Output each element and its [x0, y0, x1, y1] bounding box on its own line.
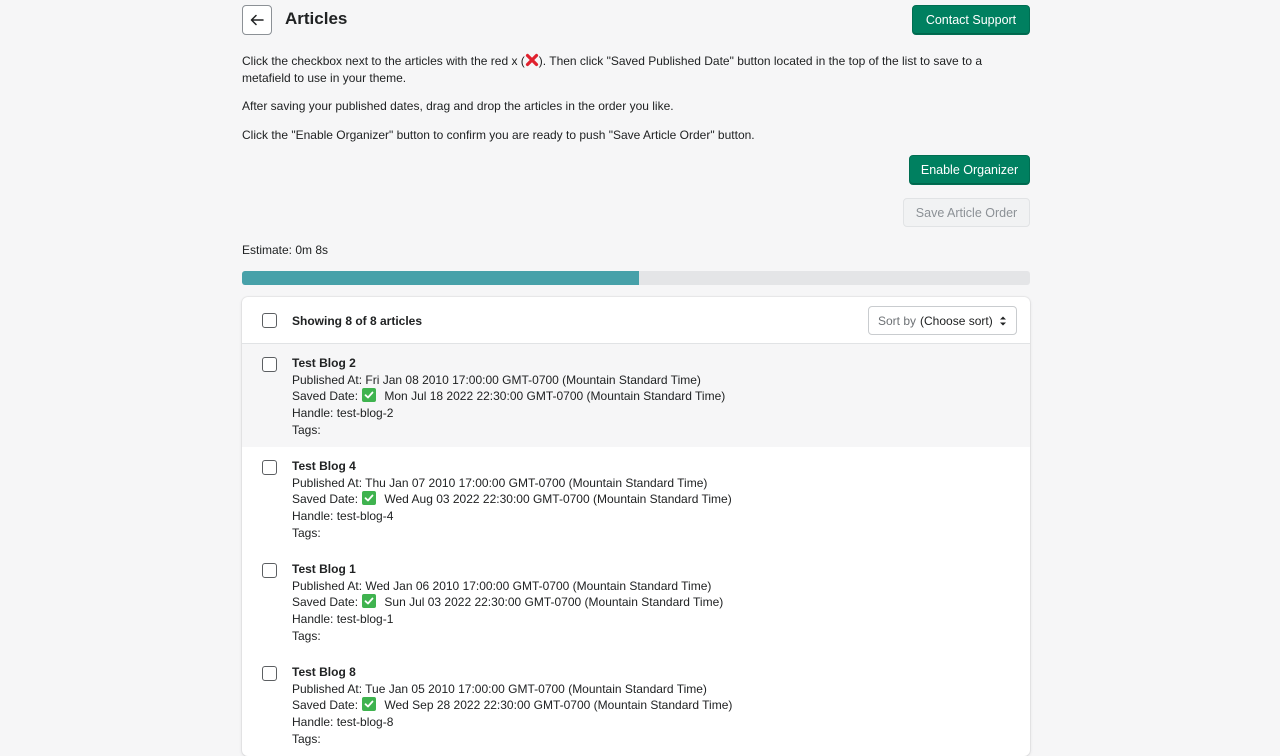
article-checkbox[interactable] [262, 563, 277, 578]
article-tags: Tags: [292, 628, 321, 643]
article-saved: Saved Date: Wed Aug 03 2022 22:30:00 GMT… [292, 491, 732, 508]
page-title: Articles [285, 9, 348, 28]
instructions: Click the checkbox next to the articles … [242, 53, 1030, 143]
article-details: Test Blog 4 Published At: Thu Jan 07 201… [292, 458, 732, 542]
article-title: Test Blog 8 [292, 665, 356, 679]
arrow-left-icon [250, 14, 264, 26]
check-mark-icon [362, 388, 377, 403]
estimate-text: Estimate: 0m 8s [242, 243, 329, 257]
saved-label: Saved Date: [292, 698, 359, 713]
save-article-order-button[interactable]: Save Article Order [903, 198, 1030, 227]
article-tags: Tags: [292, 422, 321, 437]
instruction-2: After saving your published dates, drag … [242, 99, 674, 113]
showing-count: Showing 8 of 8 articles [292, 314, 423, 328]
article-handle: Handle: test-blog-8 [292, 715, 394, 730]
article-handle: Handle: test-blog-1 [292, 612, 394, 627]
select-all-checkbox[interactable] [262, 313, 277, 328]
contact-support-button[interactable]: Contact Support [912, 5, 1030, 35]
check-mark-icon [362, 594, 377, 609]
article-handle: Handle: test-blog-2 [292, 406, 394, 421]
article-row[interactable]: Test Blog 1 Published At: Wed Jan 06 201… [242, 550, 1030, 653]
article-saved: Saved Date: Wed Sep 28 2022 22:30:00 GMT… [292, 697, 732, 714]
article-published: Published At: Wed Jan 06 2010 17:00:00 G… [292, 578, 712, 593]
article-details: Test Blog 8 Published At: Tue Jan 05 201… [292, 664, 732, 748]
saved-label: Saved Date: [292, 595, 359, 610]
article-row[interactable]: Test Blog 2 Published At: Fri Jan 08 201… [242, 344, 1030, 447]
red-x-icon [525, 53, 538, 67]
article-handle: Handle: test-blog-4 [292, 509, 394, 524]
article-checkbox[interactable] [262, 357, 277, 372]
article-title: Test Blog 4 [292, 459, 356, 473]
list-header: Showing 8 of 8 articles Sort by (Choose … [242, 297, 1030, 344]
saved-value: Mon Jul 18 2022 22:30:00 GMT-0700 (Mount… [384, 389, 726, 404]
article-tags: Tags: [292, 525, 321, 540]
sort-value: (Choose sort) [920, 313, 993, 328]
instruction-1-start: Click the checkbox next to the articles … [242, 54, 525, 68]
back-button[interactable] [242, 5, 272, 35]
article-published: Published At: Tue Jan 05 2010 17:00:00 G… [292, 681, 707, 696]
instruction-3: Click the "Enable Organizer" button to c… [242, 127, 755, 142]
article-checkbox[interactable] [262, 666, 277, 681]
article-checkbox[interactable] [262, 460, 277, 475]
article-saved: Saved Date: Sun Jul 03 2022 22:30:00 GMT… [292, 594, 723, 611]
saved-value: Wed Aug 03 2022 22:30:00 GMT-0700 (Mount… [384, 492, 732, 507]
organizer-actions: Enable Organizer Save Article Order [242, 155, 1030, 239]
page-header: Articles Contact Support [242, 5, 1030, 45]
articles-page: Articles Contact Support Click the check… [242, 0, 1030, 756]
article-saved: Saved Date: Mon Jul 18 2022 22:30:00 GMT… [292, 388, 725, 405]
articles-list: Showing 8 of 8 articles Sort by (Choose … [242, 297, 1030, 756]
check-mark-icon [362, 697, 377, 712]
saved-value: Sun Jul 03 2022 22:30:00 GMT-0700 (Mount… [384, 595, 724, 610]
article-published: Published At: Thu Jan 07 2010 17:00:00 G… [292, 475, 708, 490]
saved-label: Saved Date: [292, 389, 359, 404]
article-details: Test Blog 2 Published At: Fri Jan 08 201… [292, 355, 725, 439]
article-published: Published At: Fri Jan 08 2010 17:00:00 G… [292, 372, 701, 387]
article-row[interactable]: Test Blog 4 Published At: Thu Jan 07 201… [242, 447, 1030, 550]
article-tags: Tags: [292, 731, 321, 746]
enable-organizer-button[interactable]: Enable Organizer [909, 155, 1030, 185]
saved-label: Saved Date: [292, 492, 359, 507]
article-title: Test Blog 2 [292, 356, 356, 370]
progress-bar [242, 271, 1030, 285]
article-row[interactable]: Test Blog 8 Published At: Tue Jan 05 201… [242, 653, 1030, 756]
saved-value: Wed Sep 28 2022 22:30:00 GMT-0700 (Mount… [384, 698, 733, 713]
sort-select[interactable]: Sort by (Choose sort) [868, 306, 1017, 335]
progress-bar-fill [242, 271, 640, 285]
select-caret-icon [1000, 316, 1006, 326]
check-mark-icon [362, 491, 377, 506]
article-title: Test Blog 1 [292, 562, 356, 576]
sort-label: Sort by [878, 313, 917, 328]
article-details: Test Blog 1 Published At: Wed Jan 06 201… [292, 561, 723, 645]
instruction-1: Click the checkbox next to the articles … [242, 53, 1030, 86]
